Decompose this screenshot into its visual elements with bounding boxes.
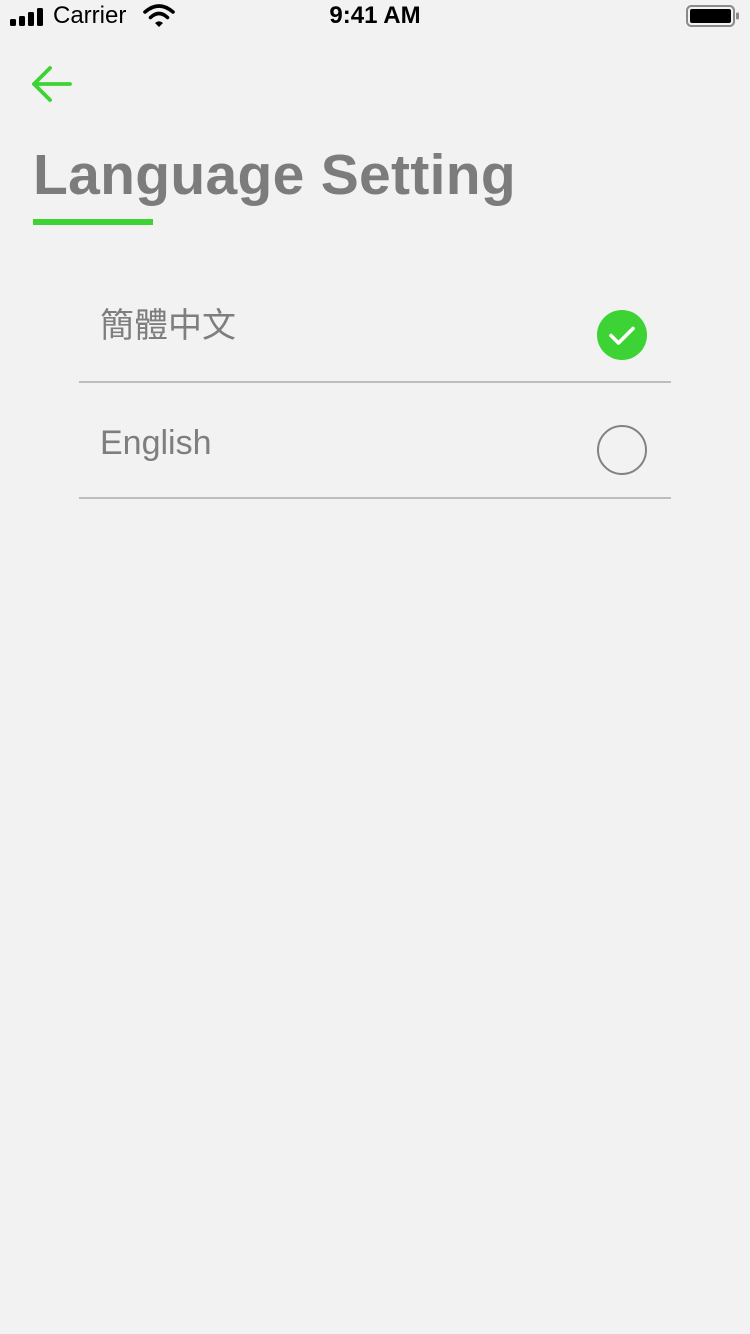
- radio-unchecked-icon[interactable]: [597, 425, 647, 475]
- radio-checked-icon[interactable]: [597, 310, 647, 360]
- language-option-chinese[interactable]: 簡體中文: [79, 268, 671, 383]
- arrow-left-icon: [32, 66, 72, 102]
- checkmark-icon: [609, 326, 635, 345]
- language-label: English: [100, 424, 212, 462]
- language-option-english[interactable]: English: [79, 383, 671, 499]
- battery-icon: [686, 5, 739, 27]
- status-bar: Carrier 9:41 AM: [0, 0, 750, 40]
- language-list: 簡體中文 English: [79, 268, 671, 499]
- title-underline: [33, 219, 153, 225]
- page-title: Language Setting: [33, 143, 516, 207]
- status-time: 9:41 AM: [329, 2, 421, 29]
- back-button[interactable]: [28, 62, 76, 106]
- language-label: 簡體中文: [100, 307, 236, 345]
